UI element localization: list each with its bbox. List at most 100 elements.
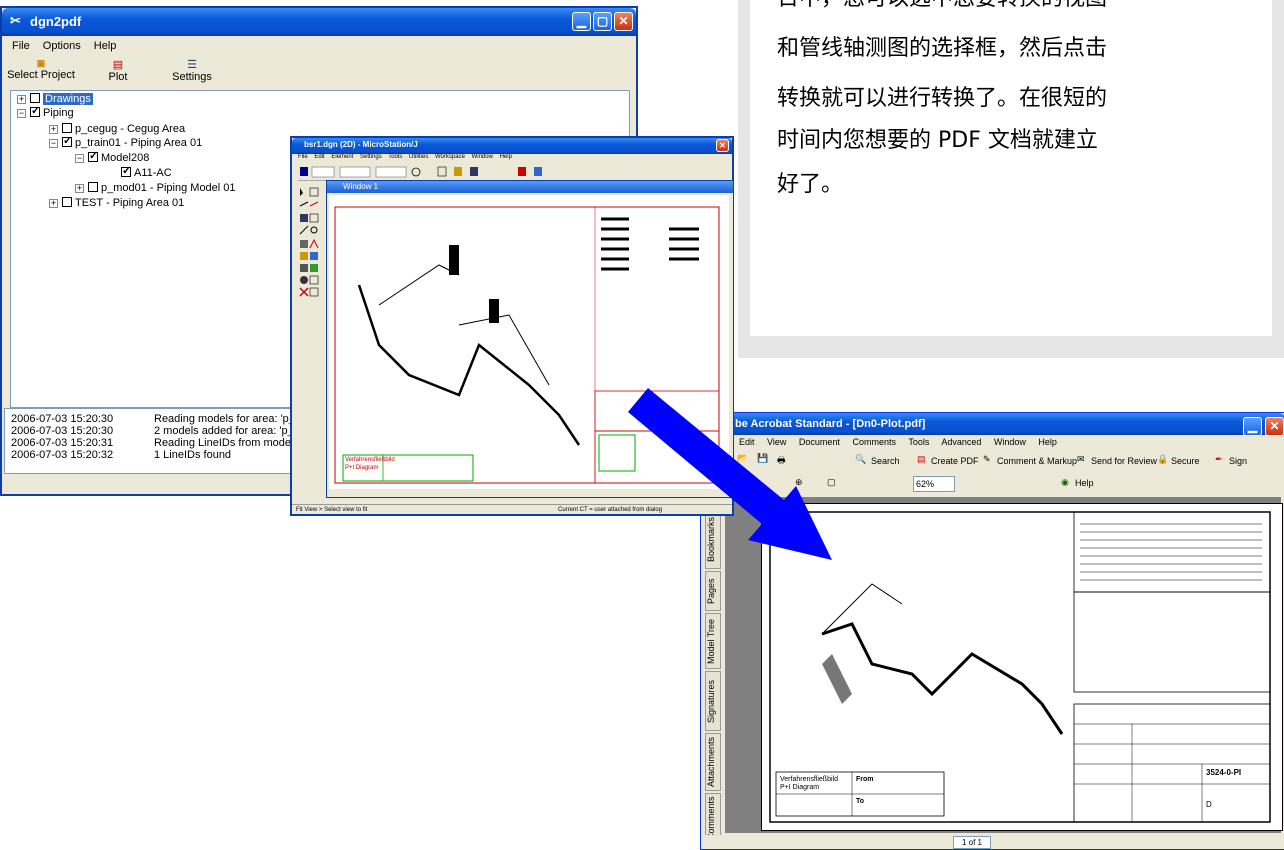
tab-signatures[interactable]: Signatures [705, 671, 721, 731]
ms-menu-utilities[interactable]: Utilities [409, 154, 428, 160]
collapse-icon[interactable]: − [17, 109, 26, 118]
ms-title-block-line2: P+I Diagram [345, 465, 379, 471]
ms-close-button[interactable]: ✕ [716, 139, 729, 152]
acrobat-menu-comments[interactable]: Comments [852, 437, 896, 447]
comment-icon[interactable]: ✎ [983, 454, 991, 465]
minimize-button[interactable]: ▁ [572, 12, 591, 31]
log-message: 1 LineIDs found [154, 449, 232, 461]
tab-model-tree[interactable]: Model Tree [705, 613, 721, 669]
dgn2pdf-title: dgn2pdf [30, 14, 82, 29]
expand-icon[interactable]: + [49, 199, 58, 208]
tree-label-piping: Piping [43, 107, 74, 119]
tab-attachments[interactable]: Attachments [705, 733, 721, 791]
log-time: 2006-07-03 15:20:31 [11, 437, 114, 449]
text-line-2: 和管线轴测图的选择框，然后点击 [777, 36, 1108, 61]
select-project-button[interactable]: ▣ Select Project [6, 58, 76, 81]
send-for-review-button[interactable]: Send for Review [1091, 456, 1157, 466]
tree-node-model208[interactable]: − Model208 [75, 149, 150, 164]
log-row: 2006-07-03 15:20:32 1 LineIDs found [11, 449, 231, 461]
tree-node-mod01[interactable]: + p_mod01 - Piping Model 01 [75, 182, 236, 194]
acrobat-minimize-button[interactable]: ▁ [1243, 417, 1262, 436]
secure-icon[interactable]: 🔒 [1157, 454, 1168, 465]
sign-button[interactable]: Sign [1229, 456, 1247, 466]
tree-node-test[interactable]: + TEST - Piping Area 01 [49, 197, 184, 209]
app-icon: ✂ [10, 13, 21, 28]
create-pdf-button[interactable]: Create PDF [931, 456, 979, 466]
acrobat-menu-tools[interactable]: Tools [908, 437, 929, 447]
checkbox-cegug[interactable] [62, 123, 72, 133]
page-number-value: 1 of 1 [961, 838, 982, 847]
tree-node-train01[interactable]: − p_train01 - Piping Area 01 [49, 134, 203, 149]
acrobat-statusbar: 1 of 1 [701, 835, 1284, 849]
acrobat-menu-help[interactable]: Help [1038, 437, 1057, 447]
ms-menu-settings[interactable]: Settings [360, 154, 382, 160]
ms-tool-palette [296, 184, 324, 304]
ms-title-block-line1: Verfahrensfließbild [345, 457, 395, 463]
log-time: 2006-07-03 15:20:30 [11, 425, 114, 437]
ms-menu-workspace[interactable]: Workspace [435, 154, 465, 160]
acrobat-menu-window[interactable]: Window [994, 437, 1026, 447]
dgn2pdf-menubar: File Options Help [12, 40, 126, 52]
menu-options[interactable]: Options [43, 40, 81, 52]
ms-tool-icons [299, 187, 319, 297]
create-pdf-icon[interactable]: ▤ [917, 454, 926, 465]
checkbox-model208[interactable] [88, 149, 98, 162]
ms-menu-tools[interactable]: Tools [388, 154, 402, 160]
collapse-icon[interactable]: − [49, 139, 58, 148]
secure-button[interactable]: Secure [1171, 456, 1200, 466]
ms-menu-file[interactable]: File [298, 154, 308, 160]
acrobat-menu-advanced[interactable]: Advanced [941, 437, 981, 447]
expand-icon[interactable]: + [49, 125, 58, 134]
dgn2pdf-titlebar: ✂ dgn2pdf ▁ ▢ ✕ [2, 8, 636, 36]
ms-menu-help[interactable]: Help [500, 154, 512, 160]
tree-label-cegug: p_cegug - Cegug Area [75, 123, 186, 135]
checkbox-a11[interactable] [121, 164, 131, 177]
tree-node-piping[interactable]: − Piping [17, 104, 74, 119]
plot-button[interactable]: ▤ Plot [98, 58, 138, 83]
plot-label: Plot [108, 71, 128, 83]
checkbox-piping[interactable] [30, 104, 40, 117]
pdf-revision: D [1206, 800, 1212, 809]
checkbox-drawings[interactable] [30, 93, 40, 103]
tree-node-a11[interactable]: A11-AC [121, 164, 172, 179]
project-icon: ▣ [36, 58, 46, 68]
tree-node-drawings[interactable]: + Drawings [17, 93, 93, 105]
search-icon[interactable]: 🔍 [855, 454, 866, 465]
comment-markup-button[interactable]: Comment & Markup [997, 456, 1077, 466]
checkbox-mod01[interactable] [88, 182, 98, 192]
checkbox-train01[interactable] [62, 134, 72, 147]
expand-icon[interactable]: + [75, 184, 84, 193]
ms-toolbar [298, 164, 728, 181]
checkbox-test[interactable] [62, 197, 72, 207]
menu-help[interactable]: Help [94, 40, 117, 52]
maximize-button[interactable]: ▢ [593, 12, 612, 31]
sign-icon[interactable]: ✒ [1215, 454, 1223, 465]
blue-arrow-icon [628, 388, 832, 560]
arrow-graphic [628, 388, 832, 560]
tree-label-train01: p_train01 - Piping Area 01 [75, 137, 203, 149]
ms-toolbar-icons [300, 166, 542, 178]
help-icon[interactable]: ◉ [1061, 477, 1069, 488]
menu-file[interactable]: File [12, 40, 30, 52]
review-icon[interactable]: ✉ [1077, 454, 1085, 465]
log-time: 2006-07-03 15:20:32 [11, 449, 114, 461]
search-button[interactable]: Search [871, 456, 900, 466]
text-line-4: 时间内您想要的 PDF 文档就建立 [777, 128, 1098, 153]
tree-label-model208: Model208 [101, 152, 150, 164]
close-button[interactable]: ✕ [614, 12, 633, 31]
collapse-icon[interactable]: − [75, 154, 84, 163]
zoom-field[interactable]: 62% [913, 476, 955, 492]
acrobat-close-button[interactable]: ✕ [1265, 417, 1284, 436]
microstation-titlebar: bsr1.dgn (2D) - MicroStation/J ✕ [292, 138, 732, 154]
ms-menu-window[interactable]: Window [472, 154, 493, 160]
text-line-5: 好了。 [777, 172, 844, 197]
expand-icon[interactable]: + [17, 95, 26, 104]
help-button[interactable]: Help [1075, 478, 1094, 488]
ms-menu-edit[interactable]: Edit [314, 154, 324, 160]
log-row: 2006-07-03 15:20:30 Reading models for ar… [11, 413, 310, 425]
settings-button[interactable]: ☰ Settings [164, 58, 220, 83]
page-number-field[interactable]: 1 of 1 [953, 836, 991, 849]
ms-status-left: Fit View > Select view to fit [296, 507, 368, 513]
settings-label: Settings [172, 71, 212, 83]
ms-menu-element[interactable]: Element [331, 154, 353, 160]
